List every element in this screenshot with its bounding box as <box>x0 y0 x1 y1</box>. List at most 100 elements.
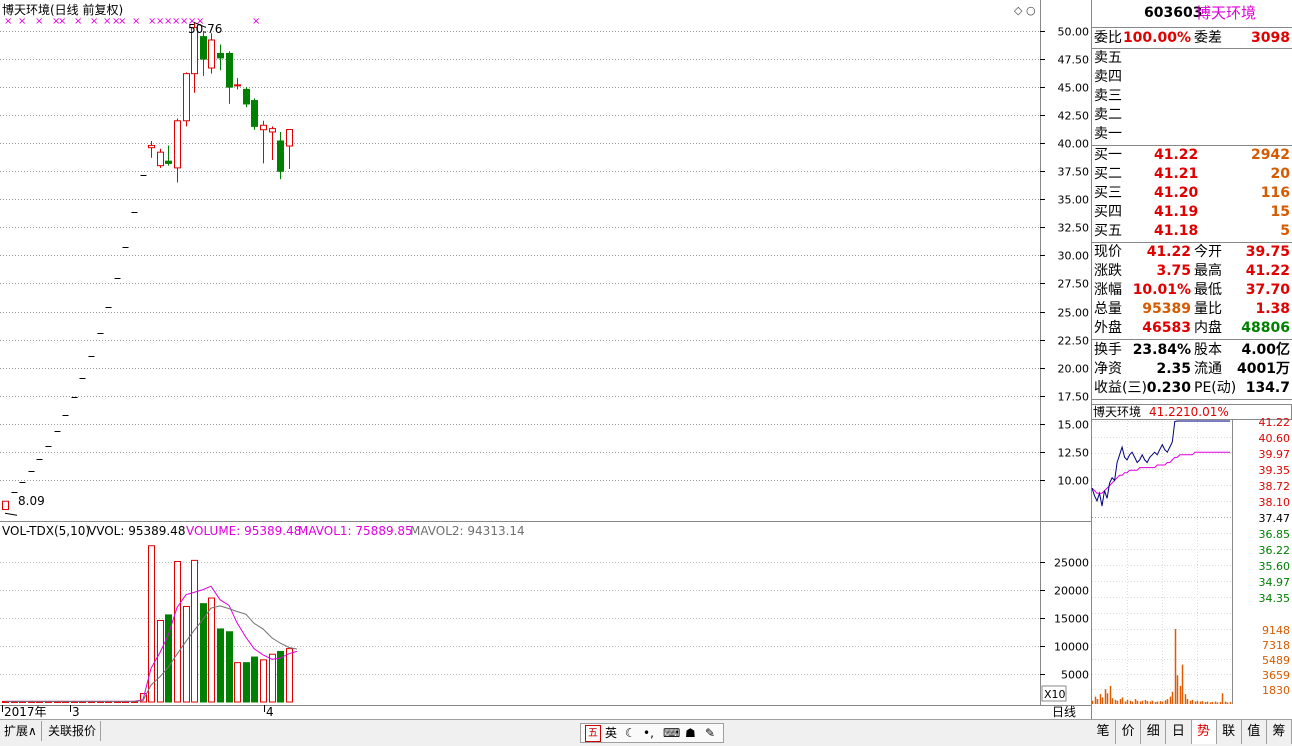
kline-y-tick: 37.50 <box>1058 166 1090 179</box>
sell-row: 卖二 <box>1094 107 1122 123</box>
kline-y-tick: 10.00 <box>1058 475 1090 488</box>
kline-min-label: 8.09 <box>18 494 45 508</box>
kline-y-tick: 32.50 <box>1058 222 1090 235</box>
circle-icon[interactable]: ○ <box>1026 4 1036 17</box>
event-mark[interactable]: × <box>18 16 26 27</box>
x-label-month-3: 3 <box>72 705 80 719</box>
event-mark[interactable]: × <box>118 16 126 27</box>
intraday-chart[interactable]: 博天环境 41.22 10.01% 41.22 40.60 39.97 39.35 38… <box>1091 404 1292 719</box>
vol-legend-vvol: VVOL: 95389.48 <box>88 524 185 538</box>
event-mark[interactable]: × <box>4 16 12 27</box>
intraday-tick-down: 36.85 <box>1259 528 1291 541</box>
kline-max-label: 50.76 <box>188 22 222 36</box>
buy-row[interactable]: 买五 41.18 5 <box>1092 222 1292 241</box>
intraday-name: 博天环境 <box>1093 404 1141 419</box>
kline-y-tick: 25.00 <box>1058 307 1090 320</box>
event-mark[interactable]: × <box>103 16 111 27</box>
stats-row: 现价 41.22 今开 39.75 <box>1094 244 1290 260</box>
buy-row[interactable]: 买一 41.22 2942 <box>1092 146 1292 165</box>
intraday-vol-tick: 1830 <box>1262 684 1290 697</box>
intraday-tick-down: 34.35 <box>1259 592 1291 605</box>
ime-english-toggle[interactable]: 英 <box>605 724 617 742</box>
side-tab-5[interactable]: 联 <box>1217 720 1242 744</box>
volume-bar <box>226 631 233 703</box>
tab-related-quotes[interactable]: 关联报价 <box>44 721 102 741</box>
settings-icon[interactable]: ✎ <box>705 724 715 742</box>
event-mark[interactable]: × <box>74 16 82 27</box>
kline-y-tick: 45.00 <box>1058 82 1090 95</box>
event-mark[interactable]: × <box>252 16 260 27</box>
event-mark[interactable]: × <box>132 16 140 27</box>
kline-y-tick: 30.00 <box>1058 250 1090 263</box>
event-mark[interactable]: × <box>90 16 98 27</box>
intraday-y-axis: 41.22 40.60 39.97 39.35 38.72 38.10 37.47 36.85… <box>1259 416 1291 697</box>
volume-chart[interactable]: 25000 20000 15000 10000 5000 VOL-TDX(5,10) V… <box>0 522 1091 719</box>
intraday-pct: 10.01% <box>1183 405 1229 419</box>
kline-y-tick: 50.00 <box>1058 26 1090 39</box>
side-tab-7[interactable]: 筹 <box>1267 720 1292 744</box>
volume-bar <box>260 659 267 703</box>
buy-row[interactable]: 买四 41.19 15 <box>1092 203 1292 222</box>
volume-bar <box>148 545 155 703</box>
side-tab-2[interactable]: 细 <box>1141 720 1167 744</box>
ime-toolbar[interactable]: 五 英 ☾ •, ⌨ ☗ ✎ <box>580 723 724 743</box>
event-mark[interactable]: × <box>35 16 43 27</box>
sell-row: 卖三 <box>1094 88 1122 104</box>
kline-y-tick: 15.00 <box>1058 419 1090 432</box>
intraday-tick-down: 35.60 <box>1259 560 1291 573</box>
volume-bar <box>243 662 250 703</box>
side-tab-4[interactable]: 势 <box>1191 720 1217 744</box>
punctuation-icon[interactable]: •, <box>643 724 654 742</box>
sell-row: 卖四 <box>1094 69 1122 85</box>
x-label-year: 2017年 <box>4 705 47 719</box>
intraday-vol-tick: 5489 <box>1262 654 1290 667</box>
side-tab-3[interactable]: 日 <box>1166 720 1192 744</box>
diamond-icon[interactable]: ◇ <box>1014 4 1023 17</box>
period-label[interactable]: 日线 <box>1052 705 1076 719</box>
intraday-tick-down: 34.97 <box>1259 576 1291 589</box>
volume-bar <box>277 650 284 703</box>
vol-multiplier: X10 <box>1044 688 1066 701</box>
stats-row: 总量 95389 量比 1.38 <box>1094 301 1290 317</box>
volume-y-tick: 20000 <box>1054 585 1089 598</box>
kline-y-tick: 22.50 <box>1058 335 1090 348</box>
vol-legend-name: VOL-TDX(5,10) <box>2 524 90 538</box>
volume-bar <box>183 605 190 703</box>
tab-expand[interactable]: 扩展∧ <box>0 721 42 741</box>
quote-panel: 603603 博天环境 委比 100.00% 委差 3098 卖五 卖四 卖三 卖二卖… <box>1091 0 1292 404</box>
weicha-value: 3098 <box>1251 30 1290 46</box>
stats-row: 涨跌 3.75 最高 41.22 <box>1094 263 1290 279</box>
kline-candle <box>251 98 258 130</box>
moon-icon[interactable]: ☾ <box>625 724 636 742</box>
kline-y-tick: 17.50 <box>1058 391 1090 404</box>
x-label-month-4: 4 <box>266 705 274 719</box>
bottom-bar: 扩展∧ 关联报价 五 英 ☾ •, ⌨ ☗ ✎ 笔价细日势联值筹 <box>0 719 1292 746</box>
volume-bar <box>208 597 215 703</box>
volume-y-tick: 10000 <box>1054 641 1089 654</box>
intraday-tick-mid: 37.47 <box>1259 512 1291 525</box>
keyboard-icon[interactable]: ⌨ <box>663 724 680 742</box>
kline-chart[interactable]: 50.00 47.50 45.00 42.50 40.00 37.50 35.00 32.50… <box>0 0 1091 522</box>
volume-bar <box>174 561 181 703</box>
event-mark[interactable]: × <box>58 16 66 27</box>
side-tab-1[interactable]: 价 <box>1116 720 1142 744</box>
volume-y-tick: 15000 <box>1054 613 1089 626</box>
kline-y-tick: 20.00 <box>1058 363 1090 376</box>
volume-bar <box>191 559 198 703</box>
stats-row: 外盘 46583 内盘 48806 <box>1094 320 1290 336</box>
ime-logo-icon[interactable]: 五 <box>585 725 601 742</box>
vol-legend-mavol2: MAVOL2: 94313.14 <box>410 524 525 538</box>
intraday-tick-up: 38.72 <box>1259 480 1291 493</box>
side-tab-0[interactable]: 笔 <box>1091 720 1117 744</box>
volume-bar <box>269 653 276 703</box>
stock-code: 603603 <box>1144 5 1203 21</box>
intraday-vol-tick: 9148 <box>1262 624 1290 637</box>
buy-row[interactable]: 买二 41.21 20 <box>1092 165 1292 184</box>
fund-row: 换手 23.84% 股本 4.00亿 <box>1094 342 1290 358</box>
fund-row: 收益(三) 0.230 PE(动) 134.7 <box>1094 380 1290 396</box>
user-icon[interactable]: ☗ <box>685 724 696 742</box>
intraday-vol-tick: 7318 <box>1262 639 1290 652</box>
kline-candle <box>183 72 190 127</box>
side-tab-6[interactable]: 值 <box>1242 720 1267 744</box>
buy-row[interactable]: 买三 41.20 116 <box>1092 184 1292 203</box>
